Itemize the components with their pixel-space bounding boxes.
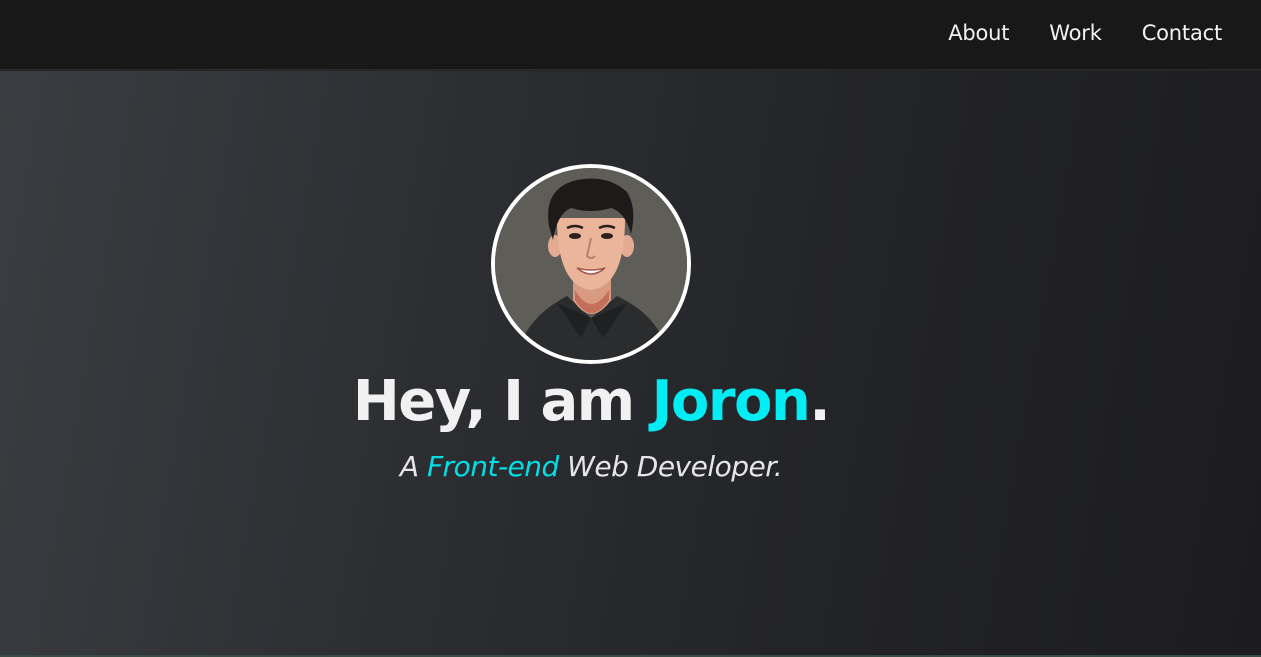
nav-link-work[interactable]: Work xyxy=(1049,21,1102,45)
avatar xyxy=(491,164,691,364)
headline-name: Joron xyxy=(651,369,811,434)
headline-suffix: . xyxy=(809,369,830,434)
subline-highlight: Front-end xyxy=(426,450,559,483)
subline-suffix: Web Developer. xyxy=(558,450,783,483)
hero-subline: A Front-end Web Developer. xyxy=(0,450,1182,483)
subline-prefix: A xyxy=(399,450,427,483)
top-navbar: About Work Contact xyxy=(0,0,1261,70)
portrait-illustration-icon xyxy=(495,168,687,360)
hero-section: Hey, I am Joron. A Front-end Web Develop… xyxy=(0,71,1261,657)
hero-headline: Hey, I am Joron. xyxy=(0,369,1182,434)
nav-link-about[interactable]: About xyxy=(948,21,1009,45)
headline-prefix: Hey, I am xyxy=(352,369,652,434)
nav-links: About Work Contact xyxy=(908,0,1222,66)
nav-link-contact[interactable]: Contact xyxy=(1142,21,1223,45)
